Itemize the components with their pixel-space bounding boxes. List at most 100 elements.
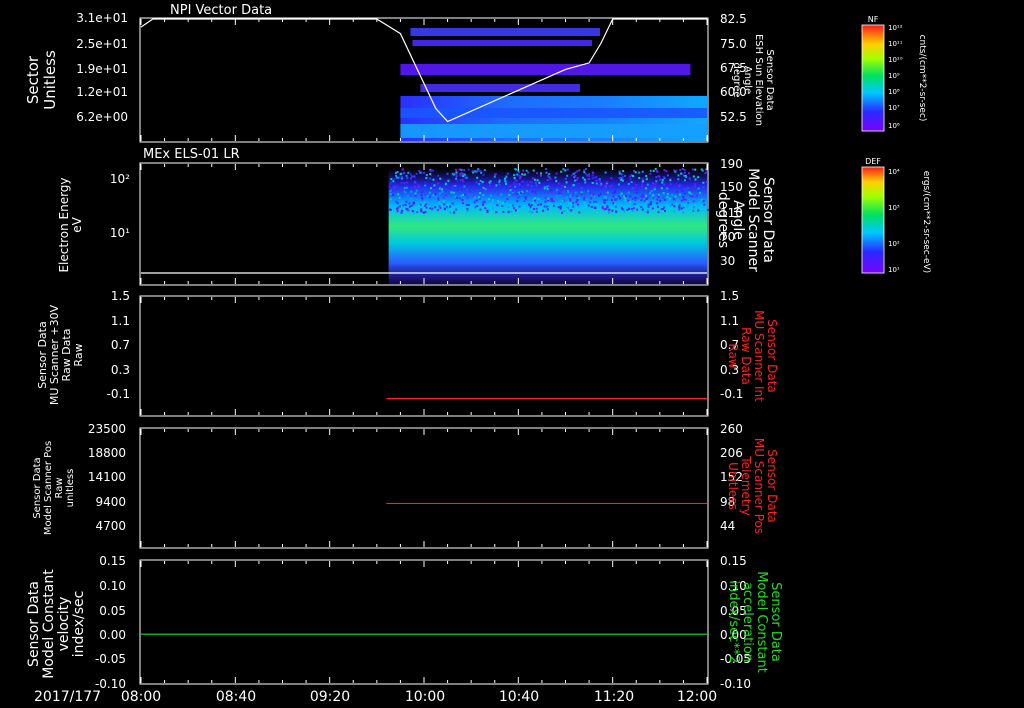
heatmap-cell: [556, 195, 559, 198]
heatmap-cell: [459, 179, 462, 182]
heatmap-cell: [479, 208, 482, 211]
heatmap-cell: [561, 199, 564, 202]
heatmap-cell: [483, 200, 486, 203]
heatmap-cell: [488, 209, 491, 212]
heatmap-cell: [531, 177, 534, 180]
heatmap-cell: [408, 205, 411, 208]
heatmap-cell: [483, 169, 486, 172]
heatmap-cell: [570, 187, 573, 190]
heatmap-cell: [673, 184, 676, 187]
heatmap-cell: [506, 172, 509, 175]
axis-label-line: Raw: [726, 343, 740, 368]
heatmap-cell: [406, 177, 409, 180]
left-tick-label: 14100: [88, 470, 126, 484]
heatmap-cell: [427, 203, 430, 206]
left-tick-label: 1.2e+01: [76, 85, 128, 99]
colorbar-tick: 10³: [888, 204, 900, 212]
heatmap-cell: [447, 179, 450, 182]
heatmap-cell: [553, 207, 556, 210]
heatmap-cell: [614, 191, 617, 194]
axis-label-line: Raw: [54, 477, 65, 498]
heatmap-cell: [587, 177, 590, 180]
heatmap-cell: [553, 186, 556, 189]
heatmap-cell: [535, 207, 538, 210]
heatmap-cell: [655, 176, 658, 179]
heatmap-cell: [539, 203, 542, 206]
heatmap-block: [410, 28, 600, 36]
heatmap-cell: [456, 189, 459, 192]
heatmap-cell: [605, 185, 608, 188]
heatmap-cell: [702, 181, 705, 184]
heatmap-cell: [651, 182, 654, 185]
heatmap-cell: [686, 205, 689, 208]
heatmap-cell: [534, 191, 537, 194]
axis-label-line: MU Scanner Int: [752, 310, 766, 402]
panel-title: MEx ELS-01 LR: [143, 147, 240, 162]
heatmap-cell: [398, 205, 401, 208]
colorbar-gradient: [861, 24, 885, 132]
heatmap-cell: [429, 207, 432, 210]
heatmap-cell: [498, 201, 501, 204]
heatmap-cell: [414, 192, 417, 195]
heatmap-cell: [680, 172, 683, 175]
heatmap-cell: [504, 182, 507, 185]
heatmap-cell: [546, 185, 549, 188]
heatmap-cell: [635, 183, 638, 186]
heatmap-cell: [547, 175, 550, 178]
heatmap-cell: [505, 176, 508, 179]
heatmap-cell: [462, 173, 465, 176]
heatmap-cell: [446, 207, 449, 210]
heatmap-cell: [663, 189, 666, 192]
heatmap-cell: [392, 180, 395, 183]
heatmap-cell: [423, 201, 426, 204]
heatmap-cell: [482, 186, 485, 189]
heatmap-cell: [406, 195, 409, 198]
heatmap-cell: [550, 198, 553, 201]
heatmap-cell: [412, 203, 415, 206]
heatmap-cell: [612, 202, 615, 205]
heatmap-cell: [611, 192, 614, 195]
heatmap-cell: [600, 187, 603, 190]
heatmap-cell: [396, 202, 399, 205]
heatmap-cell: [583, 197, 586, 200]
heatmap-cell: [516, 186, 519, 189]
heatmap-cell: [563, 210, 566, 213]
axis-label-line: eV: [70, 216, 84, 232]
right-tick-label: 0.15: [720, 554, 747, 568]
colorbar-tag: DEF: [865, 157, 881, 166]
heatmap-cell: [577, 183, 580, 186]
heatmap-cell: [530, 190, 533, 193]
heatmap-cell: [594, 207, 597, 210]
left-tick-label: 18800: [88, 446, 126, 460]
heatmap-cell: [455, 171, 458, 174]
heatmap-cell: [524, 197, 527, 200]
heatmap-cell: [395, 208, 398, 211]
heatmap-cell: [583, 171, 586, 174]
heatmap-cell: [633, 169, 636, 172]
colorbar-tick: 10⁶: [888, 122, 900, 130]
heatmap-cell: [606, 191, 609, 194]
heatmap-cell: [508, 193, 511, 196]
heatmap-cell: [429, 169, 432, 172]
heatmap-cell: [527, 183, 530, 186]
heatmap-cell: [623, 174, 626, 177]
heatmap-cell: [640, 199, 643, 202]
heatmap-cell: [666, 174, 669, 177]
heatmap-cell: [529, 205, 532, 208]
heatmap-cell: [640, 185, 643, 188]
heatmap-cell: [522, 198, 525, 201]
heatmap-cell: [595, 179, 598, 182]
heatmap-cell: [601, 205, 604, 208]
heatmap-cell: [618, 172, 621, 175]
heatmap-cell: [545, 171, 548, 174]
right-tick-label: 44: [720, 519, 735, 533]
heatmap-cell: [644, 187, 647, 190]
heatmap-cell: [621, 179, 624, 182]
heatmap-cell: [545, 168, 548, 171]
heatmap-cell: [434, 206, 437, 209]
heatmap-cell: [536, 172, 539, 175]
heatmap-cell: [443, 203, 446, 206]
heatmap-cell: [615, 201, 618, 204]
heatmap-cell: [565, 196, 568, 199]
heatmap-cell: [509, 189, 512, 192]
